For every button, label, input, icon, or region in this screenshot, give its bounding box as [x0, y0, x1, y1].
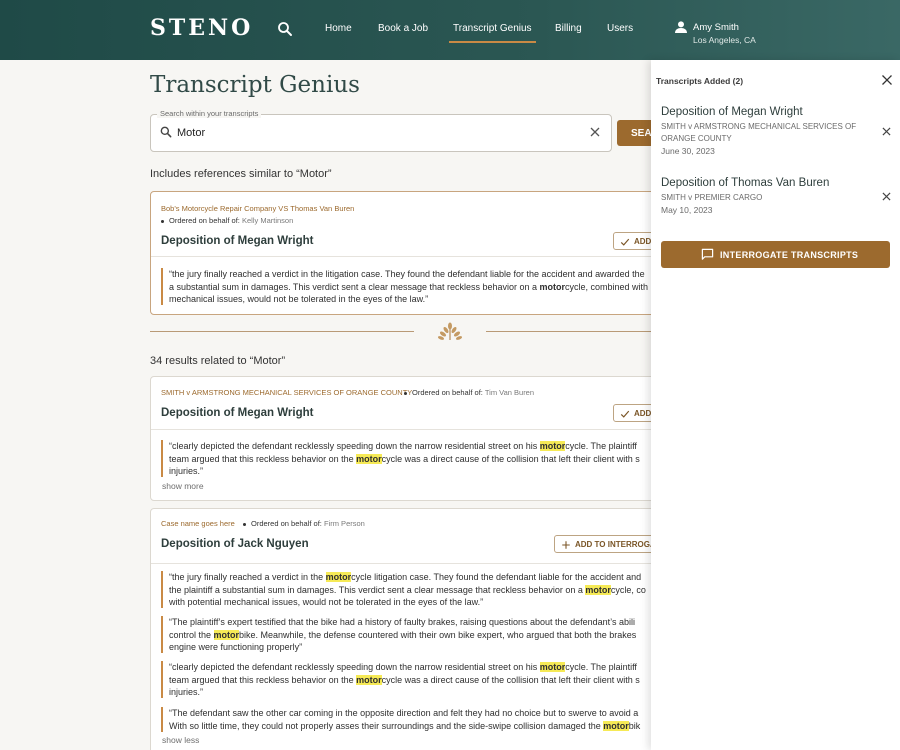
case-name[interactable]: Bob's Motorcycle Repair Company VS Thoma…: [161, 204, 354, 213]
transcript-quote: “The defendant saw the other car coming …: [161, 707, 651, 732]
search-icon: [160, 126, 172, 138]
card-divider: [151, 256, 659, 257]
add-to-interrogate-button[interactable]: ADD TO INTERROGA: [554, 535, 661, 553]
transcript-quote: “The plaintiff’s expert testified that t…: [161, 616, 651, 653]
user-location: Los Angeles, CA: [693, 35, 756, 45]
added-transcript-case: SMITH v PREMIER CARGO: [661, 193, 763, 202]
laurel-icon: [437, 322, 463, 341]
close-icon[interactable]: [881, 74, 893, 86]
check-icon: [620, 238, 630, 246]
remove-icon[interactable]: [882, 127, 891, 136]
show-less-link[interactable]: show less: [162, 735, 199, 745]
plus-icon: [562, 541, 570, 549]
search-label: Search within your transcripts: [157, 109, 262, 118]
card-divider: [151, 563, 659, 564]
search-icon[interactable]: [276, 20, 294, 38]
user-name[interactable]: Amy Smith: [693, 22, 739, 33]
check-icon: [620, 410, 630, 418]
section-divider-right: [486, 331, 660, 332]
case-name[interactable]: Case name goes here: [161, 519, 235, 528]
added-transcript-title[interactable]: Deposition of Thomas Van Buren: [661, 177, 829, 189]
interrogate-transcripts-button[interactable]: INTERROGATE TRANSCRIPTS: [661, 241, 890, 268]
result-card: Case name goes here Ordered on behalf of…: [150, 508, 661, 750]
added-transcript-date: May 10, 2023: [661, 205, 713, 215]
transcript-quote: “clearly depicted the defendant reckless…: [161, 440, 651, 477]
added-transcript-date: June 30, 2023: [661, 146, 715, 156]
clear-icon[interactable]: [589, 126, 601, 138]
chat-icon: [701, 248, 714, 260]
top-nav: STENO Home Book a Job Transcript Genius …: [0, 0, 900, 60]
nav-users[interactable]: Users: [607, 23, 633, 34]
card-divider: [151, 429, 659, 430]
search-input[interactable]: [150, 114, 612, 152]
ordered-on-behalf: Ordered on behalf of: Tim Van Buren: [404, 388, 534, 397]
page-title: Transcript Genius: [150, 72, 360, 98]
case-name[interactable]: SMITH v ARMSTRONG MECHANICAL SERVICES OF…: [161, 388, 412, 397]
transcript-quote: “clearly depicted the defendant reckless…: [161, 661, 651, 698]
search-value[interactable]: Motor: [177, 127, 205, 139]
bullet: [243, 522, 246, 526]
transcript-title[interactable]: Deposition of Jack Nguyen: [161, 538, 309, 550]
transcript-quote: “the jury finally reached a verdict in t…: [161, 268, 651, 305]
steno-logo[interactable]: STENO: [150, 15, 253, 41]
includes-text: Includes references similar to “Motor”: [150, 168, 332, 180]
added-transcript-case: SMITH v ARMSTRONG MECHANICAL SERVICES OF…: [661, 122, 857, 143]
transcript-title[interactable]: Deposition of Megan Wright: [161, 407, 313, 419]
user-icon[interactable]: [673, 19, 689, 35]
panel-heading: Transcripts Added (2): [656, 76, 744, 86]
featured-result-card: Bob's Motorcycle Repair Company VS Thoma…: [150, 191, 661, 315]
show-more-link[interactable]: show more: [162, 481, 204, 491]
added-transcript-title[interactable]: Deposition of Megan Wright: [661, 106, 803, 118]
nav-transcript-genius[interactable]: Transcript Genius: [449, 23, 536, 43]
bullet: [404, 391, 407, 395]
ordered-on-behalf: Ordered on behalf of: Kelly Martinson: [161, 216, 293, 225]
transcript-quote: “the jury finally reached a verdict in t…: [161, 571, 651, 608]
result-card: SMITH v ARMSTRONG MECHANICAL SERVICES OF…: [150, 376, 661, 501]
results-count: 34 results related to “Motor”: [150, 355, 286, 367]
nav-book-a-job[interactable]: Book a Job: [378, 23, 428, 34]
nav-home[interactable]: Home: [325, 23, 352, 34]
transcripts-added-panel: Transcripts Added (2) Deposition of Mega…: [651, 60, 900, 750]
section-divider-left: [150, 331, 414, 332]
nav-billing[interactable]: Billing: [555, 23, 582, 34]
transcript-title[interactable]: Deposition of Megan Wright: [161, 235, 313, 247]
remove-icon[interactable]: [882, 192, 891, 201]
bullet: [161, 219, 164, 223]
ordered-on-behalf: Ordered on behalf of: Firm Person: [243, 519, 365, 528]
